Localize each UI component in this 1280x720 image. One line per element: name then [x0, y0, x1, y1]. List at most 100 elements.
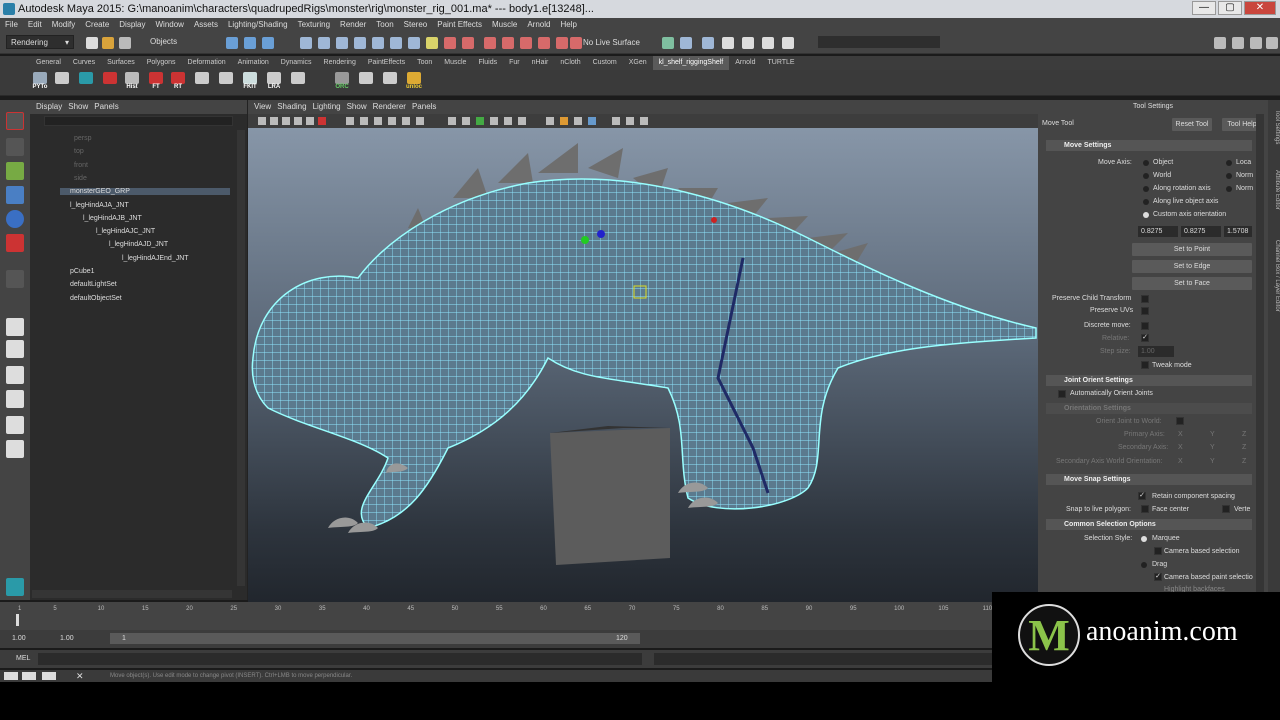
maximize-button[interactable]: ▢ [1218, 1, 1242, 15]
magnet4-icon[interactable] [538, 37, 550, 49]
layout-persp-trax-icon[interactable] [6, 440, 24, 458]
reset-tool-button[interactable]: Reset Tool [1172, 118, 1212, 131]
snap-point-icon[interactable] [336, 37, 348, 49]
quick-select-field[interactable] [818, 36, 940, 48]
outliner-item[interactable]: l_legHindAJB_JNT [83, 215, 142, 222]
side-tab-channel-box[interactable]: Channel Box / Layer Editor [1268, 240, 1280, 312]
layout-four-view-icon[interactable] [6, 340, 24, 358]
shelf-button-orc[interactable]: ORC [332, 72, 352, 94]
menu-assets[interactable]: Assets [194, 18, 218, 32]
paint-select-tool-icon[interactable] [6, 162, 24, 180]
section-joint-orient[interactable]: Joint Orient Settings [1046, 375, 1252, 386]
shelf-tab-painteffects[interactable]: PaintEffects [362, 56, 411, 70]
world-y[interactable]: Y [1210, 458, 1215, 465]
menu-modify[interactable]: Modify [52, 18, 76, 32]
layout-single-perspective-icon[interactable] [6, 318, 24, 336]
outliner-item[interactable]: monsterGEO_GRP [60, 188, 230, 196]
menu-paint-effects[interactable]: Paint Effects [437, 18, 482, 32]
render-icon[interactable] [408, 37, 420, 49]
preserve-child-checkbox[interactable] [1141, 295, 1149, 303]
menu-toon[interactable]: Toon [376, 18, 393, 32]
shelf-button-fkit[interactable]: FKIT [240, 72, 260, 94]
layout-persp-outliner-icon[interactable] [6, 366, 24, 384]
shelf-button-rt[interactable]: RT [168, 72, 188, 94]
outliner-item[interactable]: l_legHindAJC_JNT [96, 228, 155, 235]
shelf-tab-general[interactable]: General [30, 56, 67, 70]
lasso-tool-icon[interactable] [6, 138, 24, 156]
menu-stereo[interactable]: Stereo [404, 18, 428, 32]
menu-muscle[interactable]: Muscle [492, 18, 517, 32]
snap-grid-icon[interactable] [300, 37, 312, 49]
viewport-menu-view[interactable]: View [254, 100, 271, 114]
graph-editor-toggle-icon[interactable] [782, 37, 794, 49]
menu-arnold[interactable]: Arnold [527, 18, 550, 32]
radio-world[interactable] [1143, 173, 1149, 179]
outliner-item[interactable]: l_legHindAJEnd_JNT [122, 255, 189, 262]
layout-four-icon[interactable] [1232, 37, 1244, 49]
secondary-y[interactable]: Y [1210, 444, 1215, 451]
close-button[interactable]: ✕ [1244, 1, 1276, 15]
open-scene-icon[interactable] [102, 37, 114, 49]
outliner-item[interactable]: defaultLightSet [70, 281, 117, 288]
primary-y[interactable]: Y [1210, 431, 1215, 438]
shelf-button-joint[interactable] [52, 72, 72, 94]
shelf-button-unlock[interactable]: unloc [402, 72, 426, 94]
ipr-render-icon[interactable] [426, 37, 438, 49]
rotate-tool-icon[interactable] [6, 210, 24, 228]
outliner-item[interactable]: l_legHindAJA_JNT [70, 202, 129, 209]
hypershade-icon[interactable] [462, 37, 474, 49]
shelf-tab-curves[interactable]: Curves [67, 56, 101, 70]
outliner-menu-display[interactable]: Display [36, 100, 62, 114]
preserve-uvs-checkbox[interactable] [1141, 307, 1149, 315]
select-object-icon[interactable] [244, 37, 256, 49]
outliner-item[interactable]: persp [74, 135, 92, 142]
secondary-x[interactable]: X [1178, 444, 1183, 451]
shelf-tab-toon[interactable]: Toon [411, 56, 438, 70]
time-slider[interactable]: 1 5 10 15 20 25 30 35 40 45 50 55 60 65 70 75 80 85 90 95 10… [0, 602, 1081, 630]
shelf-tab-rendering[interactable]: Rendering [318, 56, 362, 70]
shelf-tab-rigging[interactable]: kl_shelf_riggingShelf [652, 56, 730, 70]
outliner-item[interactable]: top [74, 148, 84, 155]
outliner-menu-panels[interactable]: Panels [94, 100, 118, 114]
menu-set-dropdown[interactable]: Rendering ▾ [6, 35, 74, 49]
scale-tool-icon[interactable] [6, 234, 24, 252]
live-surface-icon[interactable] [570, 37, 582, 49]
snap-view-icon[interactable] [354, 37, 366, 49]
radio-drag[interactable] [1141, 562, 1147, 568]
shelf-button-ft[interactable]: FT [146, 72, 166, 94]
discrete-move-checkbox[interactable] [1141, 322, 1149, 330]
shelf-button-hist[interactable]: Hist [122, 72, 142, 94]
vertex-checkbox[interactable] [1222, 505, 1230, 513]
menu-help[interactable]: Help [560, 18, 576, 32]
viewport-menu-renderer[interactable]: Renderer [373, 100, 406, 114]
outliner-item[interactable]: pCube1 [70, 268, 95, 275]
step-size-field[interactable]: 1.00 [1138, 346, 1174, 357]
side-tab-attribute-editor[interactable]: Attribute Editor [1268, 170, 1280, 210]
outliner-item[interactable]: l_legHindAJD_JNT [109, 241, 168, 248]
last-tool-icon[interactable] [6, 270, 24, 288]
range-start-field[interactable]: 1.00 [60, 635, 74, 642]
range-bar[interactable]: 1 120 [110, 633, 640, 644]
radio-normal-avg[interactable] [1226, 186, 1232, 192]
minimize-button[interactable]: — [1192, 1, 1216, 15]
menu-display[interactable]: Display [119, 18, 145, 32]
shelf-tab-fur[interactable]: Fur [503, 56, 526, 70]
section-move-settings[interactable]: Move Settings [1046, 140, 1252, 151]
select-component-icon[interactable] [262, 37, 274, 49]
radio-along-rotation[interactable] [1143, 186, 1149, 192]
shelf-tab-arnold[interactable]: Arnold [729, 56, 761, 70]
shelf-tab-custom[interactable]: Custom [587, 56, 623, 70]
outliner-toggle-icon[interactable] [762, 37, 774, 49]
mel-label[interactable]: MEL [16, 655, 30, 662]
set-to-edge-button[interactable]: Set to Edge [1132, 260, 1252, 273]
menu-edit[interactable]: Edit [28, 18, 42, 32]
shelf-button-joint4[interactable] [288, 72, 308, 94]
menu-create[interactable]: Create [85, 18, 109, 32]
shelf-button-pytools[interactable]: PYTo [30, 72, 50, 94]
menu-window[interactable]: Window [156, 18, 184, 32]
set-to-face-button[interactable]: Set to Face [1132, 277, 1252, 290]
viewport-menu-lighting[interactable]: Lighting [313, 100, 341, 114]
world-z[interactable]: Z [1242, 458, 1246, 465]
shelf-tab-muscle[interactable]: Muscle [438, 56, 472, 70]
window-icon[interactable] [42, 672, 56, 680]
